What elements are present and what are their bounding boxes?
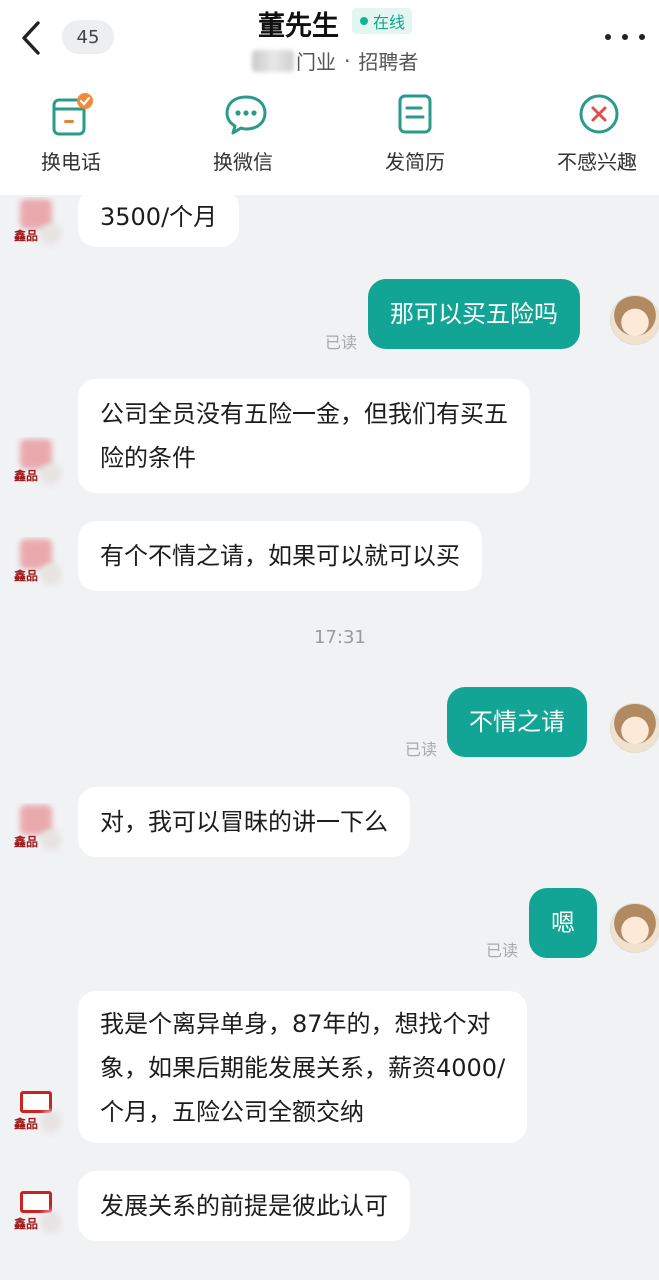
send-resume-label: 发简历 (385, 150, 445, 174)
read-status: 已读 (405, 740, 438, 759)
message-text: 那可以买五险吗 (390, 300, 558, 328)
subtitle-role: 招聘者 (358, 50, 419, 74)
time-stamp: 17:31 (314, 627, 366, 648)
recruiter-avatar[interactable]: 鑫品 (6, 197, 64, 255)
message-bubble-incoming[interactable]: 公司全员没有五险一金，但我们有买五 险的条件 (78, 379, 530, 493)
subtitle-industry: 门业 (296, 50, 336, 74)
online-status-label: 在线 (373, 13, 406, 32)
phone-card-icon (51, 92, 93, 136)
message-bubble-incoming[interactable]: 发展关系的前提是彼此认可 (78, 1171, 410, 1241)
more-dot-icon (622, 34, 628, 40)
read-status: 已读 (325, 333, 358, 352)
message-text: 公司全员没有五险一金，但我们有买五 (100, 400, 508, 428)
not-interested-button[interactable]: 不感兴趣 (532, 92, 659, 184)
message-bubble-outgoing[interactable]: 不情之请 (447, 687, 587, 757)
resume-icon (395, 92, 435, 136)
send-resume-button[interactable]: 发简历 (350, 92, 480, 184)
online-status-badge: 在线 (352, 8, 413, 34)
message-text: 我是个离异单身，87年的，想找个对 (100, 1010, 491, 1038)
more-dot-icon (605, 34, 611, 40)
wechat-bubble-icon (223, 92, 267, 136)
read-status: 已读 (486, 941, 519, 960)
unread-count-badge[interactable]: 45 (62, 20, 114, 54)
exchange-wechat-label: 换微信 (213, 150, 273, 174)
message-bubble-incoming[interactable]: 我是个离异单身，87年的，想找个对 象，如果后期能发展关系，薪资4000/ 个月… (78, 991, 528, 1143)
message-text: 个月，五险公司全额交纳 (100, 1098, 364, 1126)
message-bubble-outgoing[interactable]: 那可以买五险吗 (368, 279, 580, 349)
blurred-company-name (252, 49, 294, 72)
exchange-phone-button[interactable]: 换电话 (6, 92, 136, 184)
message-text: 险的条件 (100, 444, 196, 472)
message-bubble-incoming[interactable]: 对，我可以冒昧的讲一下么 (78, 787, 410, 857)
subtitle-separator: · (344, 48, 351, 73)
exchange-phone-label: 换电话 (41, 150, 101, 174)
user-avatar[interactable] (610, 703, 659, 753)
message-bubble-incoming[interactable]: 有个不情之请，如果可以就可以买 (78, 521, 482, 591)
message-text: 3500/个月 (100, 203, 218, 231)
message-text: 嗯 (551, 909, 575, 937)
not-interested-label: 不感兴趣 (557, 150, 637, 174)
recruiter-avatar[interactable]: 鑫品 (6, 1085, 64, 1143)
message-text: 不情之请 (469, 708, 565, 736)
chat-header: 45 董先生 在线 门业 · 招聘者 换电话 换微信 发简历 不感兴趣 (0, 0, 659, 195)
exchange-wechat-button[interactable]: 换微信 (178, 92, 308, 184)
back-button[interactable] (14, 18, 48, 58)
not-interested-icon (577, 92, 619, 136)
recruiter-avatar[interactable]: 鑫品 (6, 437, 64, 495)
chevron-left-icon (22, 21, 40, 55)
message-text: 发展关系的前提是彼此认可 (100, 1192, 388, 1220)
quick-action-bar: 换电话 换微信 发简历 不感兴趣 (0, 92, 659, 184)
message-text: 对，我可以冒昧的讲一下么 (100, 808, 388, 836)
message-bubble-incoming[interactable]: 3500/个月 (78, 189, 240, 247)
message-bubble-outgoing[interactable]: 嗯 (529, 888, 597, 958)
contact-subtitle: 门业 · 招聘者 (252, 46, 418, 75)
message-text: 有个不情之请，如果可以就可以买 (100, 542, 460, 570)
online-dot-icon (360, 17, 368, 25)
chat-message-list[interactable]: 鑫品 3500/个月 已读 那可以买五险吗 公司全员没有五险一金，但我们有买五 … (0, 189, 659, 1280)
recruiter-avatar[interactable]: 鑫品 (6, 803, 64, 861)
user-avatar[interactable] (610, 295, 659, 345)
user-avatar[interactable] (610, 903, 659, 953)
recruiter-avatar[interactable]: 鑫品 (6, 1185, 64, 1243)
contact-name: 董先生 (258, 11, 339, 42)
message-text: 象，如果后期能发展关系，薪资4000/ (100, 1054, 506, 1082)
more-dot-icon (639, 34, 645, 40)
recruiter-avatar[interactable]: 鑫品 (6, 537, 64, 595)
more-options-button[interactable] (605, 22, 645, 52)
